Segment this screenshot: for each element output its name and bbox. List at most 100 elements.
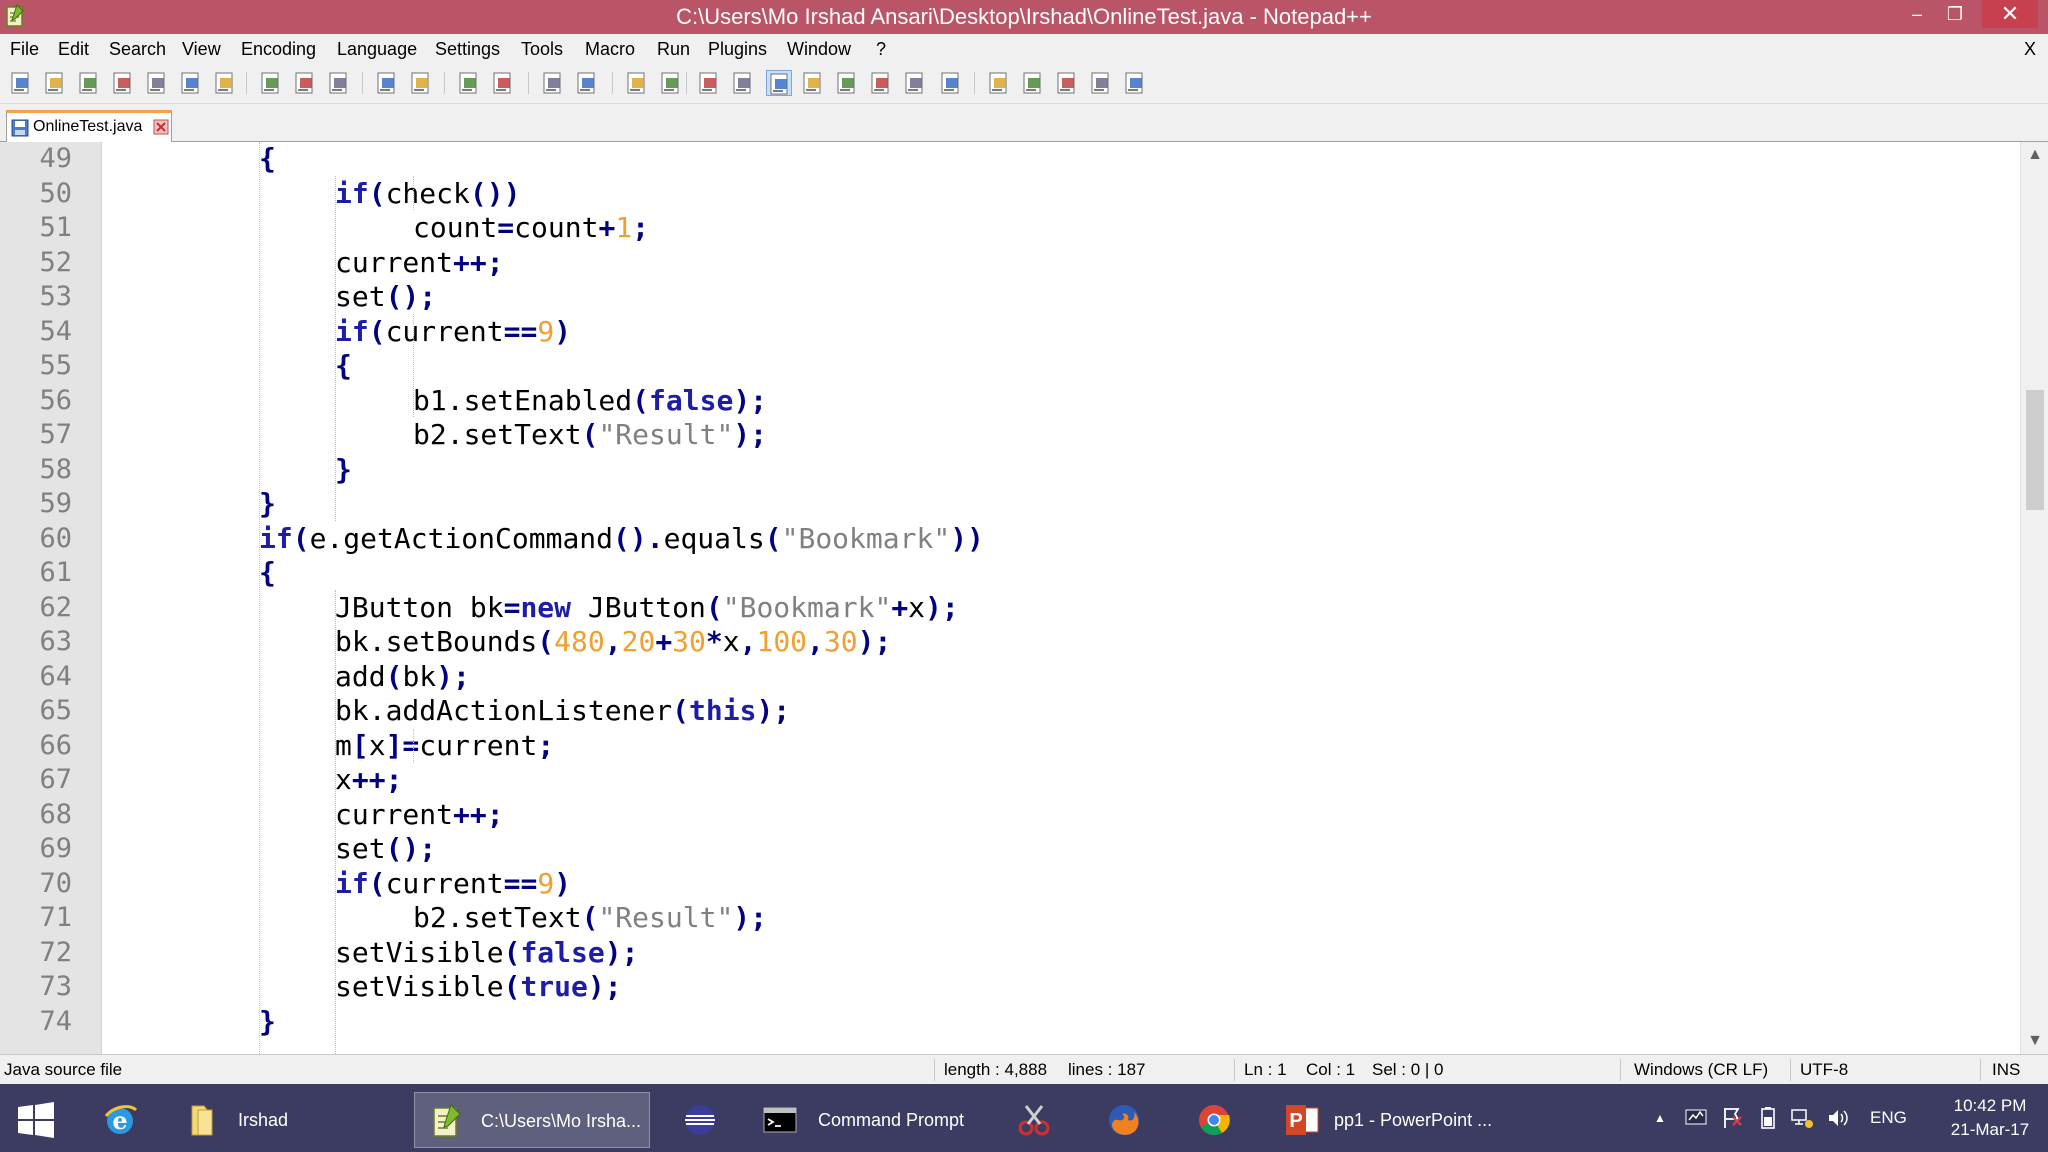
code-token: ); <box>587 970 622 1003</box>
code-token: , <box>604 625 622 658</box>
taskbar-eclipse[interactable] <box>672 1092 728 1148</box>
code-line: current++; <box>335 246 504 280</box>
doc-map-icon[interactable] <box>834 70 860 96</box>
taskbar-irshad-folder[interactable]: Irshad <box>172 1092 408 1148</box>
menu-window[interactable]: Window <box>787 34 851 64</box>
menu-search[interactable]: Search <box>109 34 166 64</box>
scroll-down-icon[interactable]: ▼ <box>2021 1028 2048 1054</box>
code-token: if <box>259 522 293 555</box>
menu-settings[interactable]: Settings <box>435 34 500 64</box>
menu-run[interactable]: Run <box>657 34 690 64</box>
zoom-out-icon[interactable] <box>574 70 600 96</box>
status-divider <box>1234 1059 1235 1081</box>
close-document-button[interactable]: X <box>2024 34 2036 64</box>
close-all-icon[interactable] <box>178 70 204 96</box>
status-length: length : 4,888 <box>944 1060 1048 1079</box>
taskbar-firefox[interactable] <box>1096 1092 1152 1148</box>
network-icon[interactable] <box>1790 1106 1814 1130</box>
code-token: this <box>689 694 757 727</box>
play-macro-icon[interactable] <box>1054 70 1080 96</box>
save-icon[interactable] <box>76 70 102 96</box>
windows-start-icon[interactable] <box>16 1102 56 1138</box>
system-tray: ▲ ENG <box>1640 1084 1940 1152</box>
show-hidden-icons-icon[interactable]: ▲ <box>1654 1106 1666 1130</box>
input-language[interactable]: ENG <box>1870 1106 1907 1130</box>
volume-icon[interactable] <box>1826 1106 1850 1130</box>
save-macro-icon[interactable] <box>1122 70 1148 96</box>
line-number: 66 <box>39 730 72 761</box>
print-icon[interactable] <box>212 70 238 96</box>
zoom-in-icon[interactable] <box>540 70 566 96</box>
indent-guide-icon[interactable] <box>766 70 792 96</box>
code-token: + <box>891 591 909 624</box>
vertical-scrollbar[interactable]: ▲ ▼ <box>2020 142 2048 1054</box>
redo-icon[interactable] <box>408 70 434 96</box>
record-macro-icon[interactable] <box>986 70 1012 96</box>
menu-plugins[interactable]: Plugins <box>708 34 767 64</box>
taskbar-powerpoint[interactable]: P pp1 - PowerPoint ... <box>1274 1092 1510 1148</box>
close-icon[interactable] <box>144 70 170 96</box>
code-token: ) <box>554 315 572 348</box>
tab-onlinetest-java[interactable]: OnlineTest.java <box>6 110 172 142</box>
menu-tools[interactable]: Tools <box>521 34 563 64</box>
menu-macro[interactable]: Macro <box>585 34 635 64</box>
code-token: set <box>335 280 386 313</box>
code-line: { <box>335 349 352 383</box>
folder-workspace-icon[interactable] <box>902 70 928 96</box>
menu-help[interactable]: ? <box>876 34 886 64</box>
scroll-up-icon[interactable]: ▲ <box>2021 142 2048 168</box>
play-multiple-icon[interactable] <box>1088 70 1114 96</box>
clock[interactable]: 10:42 PM 21-Mar-17 <box>1936 1094 2044 1144</box>
taskbar-internet-explorer[interactable]: e <box>96 1092 152 1148</box>
save-all-icon[interactable] <box>110 70 136 96</box>
replace-icon[interactable] <box>490 70 516 96</box>
code-line: if(check()) <box>335 177 520 211</box>
code-area[interactable]: {if(check()) count=count+1; current++; set(… <box>102 142 2020 1054</box>
open-file-icon[interactable] <box>42 70 68 96</box>
line-number: 50 <box>39 178 72 209</box>
status-ln: Ln : 1 <box>1244 1060 1287 1079</box>
taskbar-chrome[interactable] <box>1186 1092 1242 1148</box>
menu-view[interactable]: View <box>182 34 221 64</box>
command-prompt-icon <box>763 1107 797 1133</box>
paste-icon[interactable] <box>326 70 352 96</box>
code-token: , <box>807 625 824 658</box>
copy-icon[interactable] <box>292 70 318 96</box>
menu-file[interactable]: File <box>10 34 39 64</box>
show-all-chars-icon[interactable] <box>730 70 756 96</box>
code-token: true <box>520 970 588 1003</box>
menu-encoding[interactable]: Encoding <box>241 34 316 64</box>
taskbar-snipping-tool[interactable] <box>1004 1092 1064 1148</box>
menu-language[interactable]: Language <box>337 34 417 64</box>
code-token: ; <box>537 729 555 762</box>
line-number: 71 <box>39 902 72 933</box>
word-wrap-icon[interactable] <box>696 70 722 96</box>
function-list-icon[interactable] <box>868 70 894 96</box>
status-lines: lines : 187 <box>1068 1060 1146 1079</box>
code-token: ( <box>368 867 386 900</box>
stop-macro-icon[interactable] <box>1020 70 1046 96</box>
scrollbar-thumb[interactable] <box>2026 390 2044 510</box>
network-monitor-icon[interactable] <box>1684 1106 1708 1130</box>
sync-vertical-icon[interactable] <box>624 70 650 96</box>
monitoring-icon[interactable] <box>938 70 964 96</box>
restore-button[interactable]: ❐ <box>1940 0 1970 28</box>
toolbar <box>0 64 2048 104</box>
battery-icon[interactable] <box>1756 1106 1780 1130</box>
new-file-icon[interactable] <box>8 70 34 96</box>
menu-edit[interactable]: Edit <box>58 34 89 64</box>
indent-guide <box>413 729 414 763</box>
tab-close-icon[interactable] <box>153 119 169 135</box>
taskbar-app-label: C:\Users\Mo Irsha... <box>481 1111 642 1131</box>
taskbar-notepad-plus-plus[interactable]: C:\Users\Mo Irsha... <box>414 1092 650 1148</box>
sync-horizontal-icon[interactable] <box>658 70 684 96</box>
find-icon[interactable] <box>456 70 482 96</box>
cut-icon[interactable] <box>258 70 284 96</box>
code-line: b2.setText("Result"); <box>413 901 767 935</box>
user-lang-icon[interactable] <box>800 70 826 96</box>
minimize-button[interactable]: – <box>1902 0 1932 28</box>
close-button[interactable]: ✕ <box>1982 0 2038 28</box>
undo-icon[interactable] <box>374 70 400 96</box>
taskbar-command-prompt[interactable]: Command Prompt <box>752 1092 988 1148</box>
action-center-flag-icon[interactable] <box>1720 1106 1744 1130</box>
